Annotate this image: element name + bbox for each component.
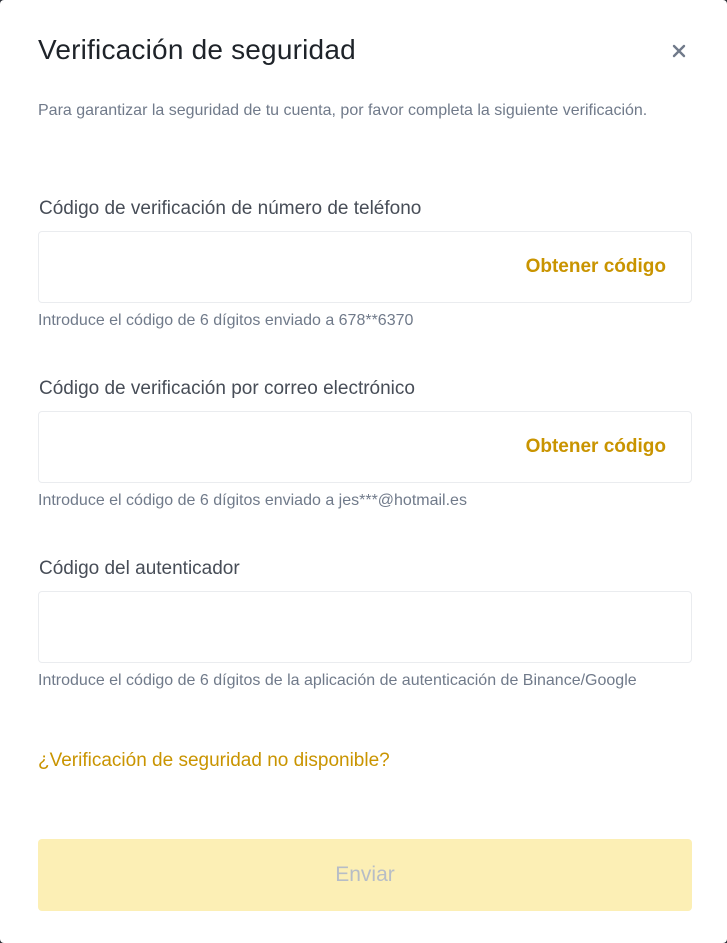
email-code-field: Obtener código	[38, 411, 692, 484]
dialog-subtitle: Para garantizar la seguridad de tu cuent…	[38, 102, 648, 119]
authenticator-code-hint: Introduce el código de 6 dígitos de la a…	[38, 672, 637, 689]
email-code-hint: Introduce el código de 6 dígitos enviado…	[38, 492, 467, 509]
submit-button[interactable]: Enviar	[38, 839, 692, 911]
security-verification-dialog: Verificación de seguridad Para garantiza…	[0, 0, 727, 943]
authenticator-code-label: Código del autenticador	[39, 558, 240, 579]
close-button[interactable]	[664, 36, 694, 66]
phone-code-input[interactable]	[55, 232, 499, 304]
verification-unavailable-link[interactable]: ¿Verificación de seguridad no disponible…	[38, 750, 390, 772]
phone-code-hint: Introduce el código de 6 dígitos enviado…	[38, 312, 414, 329]
authenticator-code-input[interactable]	[55, 592, 499, 664]
email-get-code-button[interactable]: Obtener código	[526, 436, 666, 458]
dialog-title: Verificación de seguridad	[38, 34, 356, 65]
close-icon	[672, 44, 686, 58]
authenticator-code-field	[38, 591, 692, 664]
phone-code-field: Obtener código	[38, 231, 692, 304]
phone-code-label: Código de verificación de número de telé…	[39, 198, 422, 219]
email-code-input[interactable]	[55, 412, 499, 484]
phone-get-code-button[interactable]: Obtener código	[526, 256, 666, 278]
email-code-label: Código de verificación por correo electr…	[39, 378, 415, 399]
